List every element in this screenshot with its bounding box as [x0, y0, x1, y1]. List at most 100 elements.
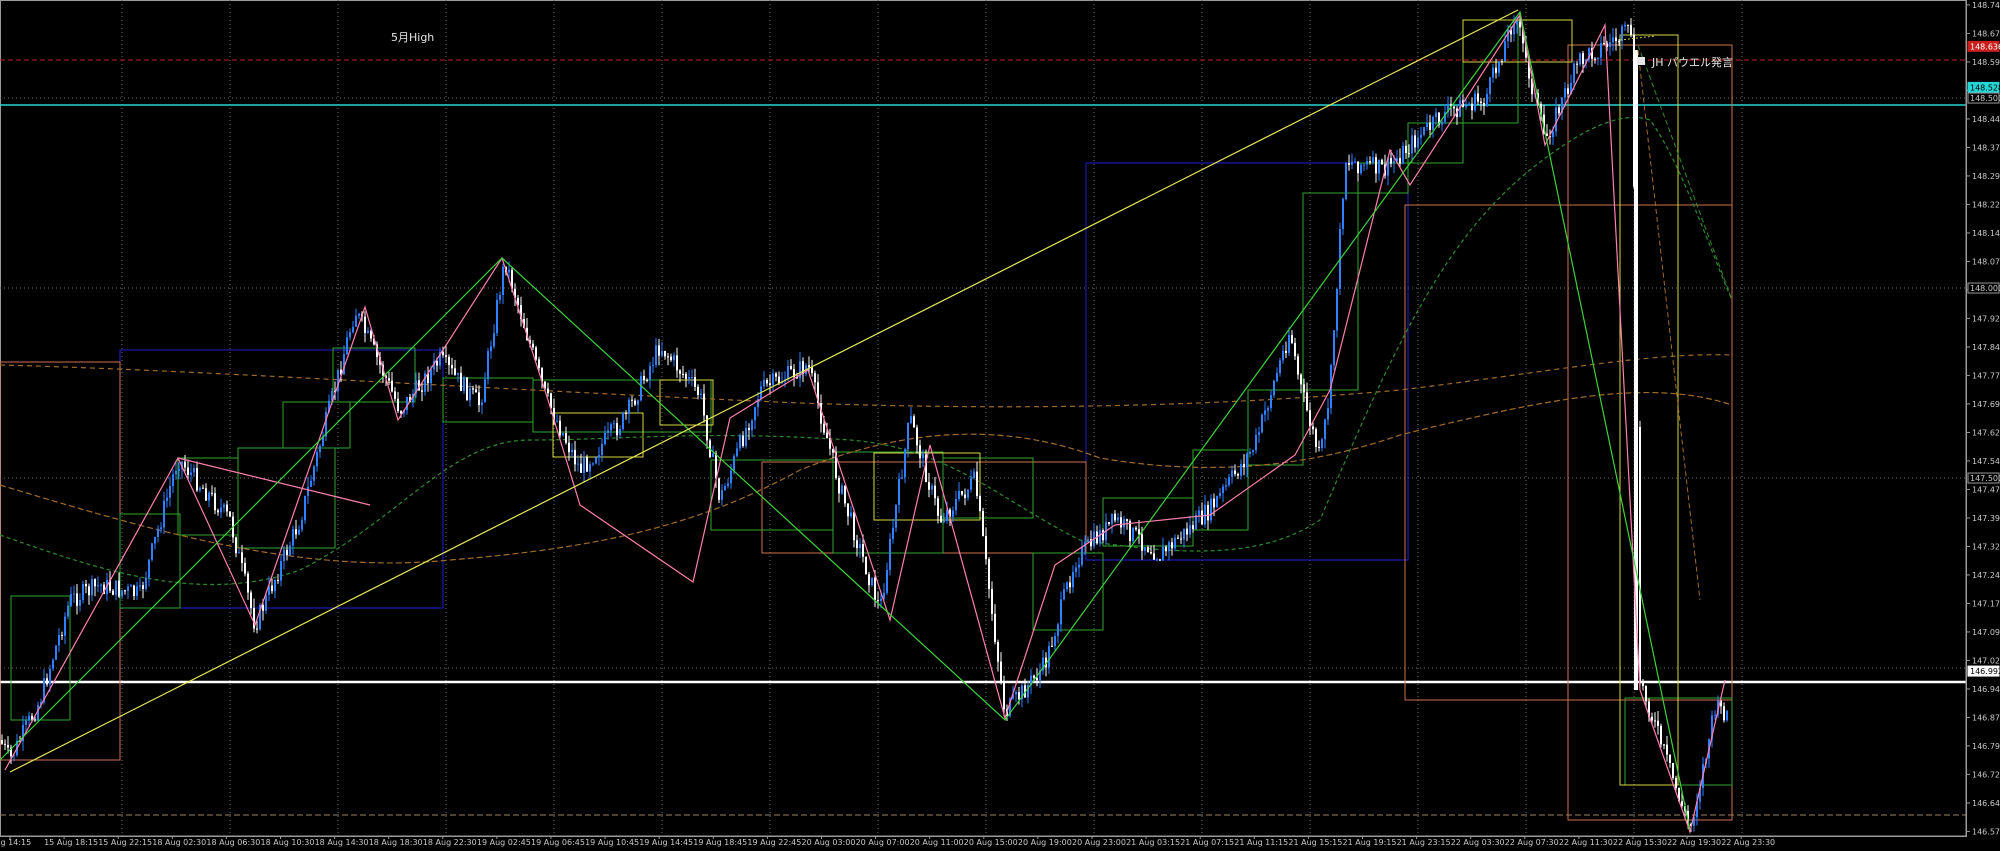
- candle-body: [1351, 161, 1353, 165]
- candle-body: [1675, 778, 1677, 788]
- candlestick: [850, 505, 852, 519]
- candlestick: [160, 522, 162, 534]
- candle-body: [52, 659, 54, 669]
- candlestick: [1351, 153, 1353, 170]
- candle-body: [1054, 636, 1056, 647]
- candle-body: [1621, 26, 1623, 42]
- candlestick: [1228, 473, 1230, 488]
- price-label: 148.220: [1972, 200, 2000, 209]
- candlestick: [955, 490, 957, 516]
- time-label: 15 Aug 18:15: [44, 838, 98, 847]
- candle-body: [1666, 744, 1668, 755]
- candle-body: [130, 585, 132, 587]
- candlestick: [1420, 127, 1422, 145]
- candlestick: [751, 419, 753, 438]
- candle-body: [256, 628, 258, 630]
- candle-body: [346, 337, 348, 355]
- candlestick: [892, 518, 894, 544]
- candle-body: [676, 355, 678, 371]
- candlestick: [646, 378, 648, 383]
- candlestick: [169, 476, 171, 507]
- candle-body: [853, 512, 855, 541]
- candlestick: [1234, 464, 1236, 477]
- candlestick: [79, 593, 81, 612]
- candlestick: [1000, 652, 1002, 685]
- candlestick: [190, 463, 192, 483]
- event-marker[interactable]: JH パウエル発言: [1637, 55, 1733, 69]
- candle-body: [280, 561, 282, 581]
- candle-body: [1297, 356, 1299, 375]
- candle-body: [463, 377, 465, 392]
- candle-body: [559, 420, 561, 436]
- candlestick: [268, 576, 270, 602]
- candlestick: [811, 359, 813, 377]
- candle-body: [1372, 157, 1374, 163]
- candle-body: [1357, 161, 1359, 174]
- candle-body: [274, 580, 276, 592]
- candle-body: [931, 485, 933, 490]
- candle-body: [277, 580, 279, 582]
- price-tag-label: 148.636: [1970, 42, 2000, 51]
- candlestick: [571, 443, 573, 458]
- candlestick: [982, 507, 984, 537]
- candlestick: [1282, 345, 1284, 364]
- candle-body: [1168, 542, 1170, 552]
- candlestick: [838, 475, 840, 503]
- price-chart[interactable]: 148.745148.670148.595148.520148.445148.3…: [0, 0, 2000, 847]
- candle-body: [292, 529, 294, 546]
- candle-body: [220, 507, 222, 513]
- price-label: 147.545: [1972, 457, 2000, 466]
- candle-body: [1102, 530, 1104, 541]
- candlestick: [694, 368, 696, 392]
- candle-body: [211, 492, 213, 494]
- candle-body: [442, 351, 444, 356]
- price-tag-label: 147.500: [1970, 474, 2000, 483]
- price-label: 148.370: [1972, 143, 2000, 152]
- horizontal-levels: [0, 59, 1966, 816]
- candle-body: [1087, 539, 1089, 543]
- candle-body: [136, 586, 138, 596]
- candle-body: [307, 486, 309, 497]
- candlestick: [1294, 337, 1296, 361]
- candle-body: [466, 377, 468, 401]
- candle-body: [982, 510, 984, 536]
- candlestick: [394, 387, 396, 402]
- candle-body: [1081, 546, 1083, 565]
- candlestick: [652, 356, 654, 373]
- candle-body: [877, 600, 879, 602]
- candlestick: [598, 446, 600, 466]
- candlestick: [1066, 581, 1068, 592]
- candle-body: [202, 487, 204, 489]
- candle-body: [244, 562, 246, 574]
- candlestick: [1156, 557, 1158, 562]
- price-label: 147.470: [1972, 485, 2000, 494]
- candlestick: [1222, 484, 1224, 503]
- candlestick: [1030, 668, 1032, 695]
- candlestick: [1327, 398, 1329, 425]
- candle-body: [499, 294, 501, 300]
- price-label: 148.595: [1972, 58, 2000, 67]
- time-label: 19 Aug 02:45: [477, 838, 531, 847]
- candlestick: [655, 337, 657, 368]
- candlestick: [496, 293, 498, 337]
- time-label: 21 Aug 19:15: [1343, 838, 1397, 847]
- candle-body: [295, 529, 297, 535]
- candlestick: [94, 578, 96, 597]
- chart-canvas[interactable]: 148.745148.670148.595148.520148.445148.3…: [0, 0, 2000, 847]
- candlestick: [1297, 353, 1299, 380]
- candlestick: [91, 575, 93, 602]
- candle-body: [112, 590, 114, 595]
- candle-body: [1474, 93, 1476, 111]
- candle-body: [637, 400, 639, 405]
- candle-body: [1003, 681, 1005, 710]
- candle-body: [901, 477, 903, 479]
- candle-body: [1273, 380, 1275, 396]
- candle-body: [7, 744, 9, 748]
- candle-body: [1366, 161, 1368, 165]
- candlestick: [82, 580, 84, 604]
- candle-body: [1243, 463, 1245, 468]
- candlestick: [739, 433, 741, 452]
- candlestick: [1267, 405, 1269, 421]
- candlestick: [934, 476, 936, 506]
- candle-body: [157, 528, 159, 538]
